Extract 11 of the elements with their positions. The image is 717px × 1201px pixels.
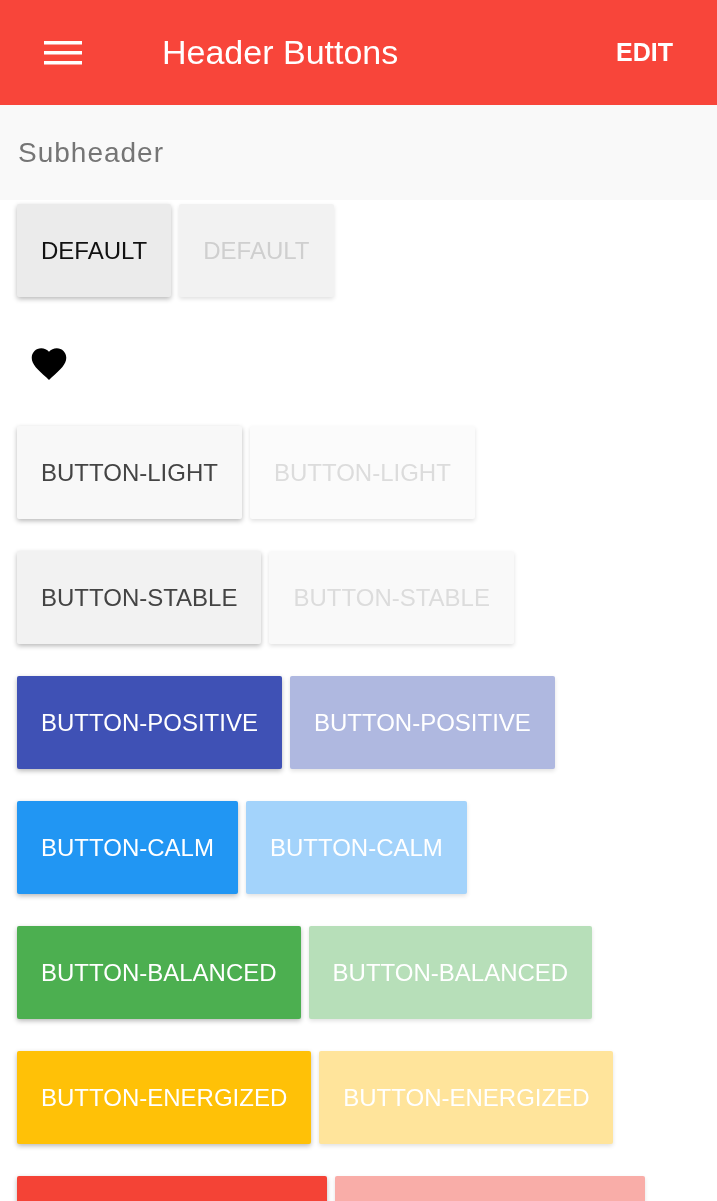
- button[interactable]: DEFAULT: [17, 204, 172, 297]
- button[interactable]: BUTTON-BALANCED: [17, 926, 301, 1019]
- edit-button[interactable]: EDIT: [616, 38, 673, 67]
- button[interactable]: BUTTON-CALM: [17, 801, 238, 894]
- menu-icon[interactable]: [44, 39, 82, 66]
- button[interactable]: BUTTON-STABLE: [17, 551, 262, 644]
- button[interactable]: BUTTON-POSITIVE: [17, 676, 282, 769]
- header-title: Header Buttons: [162, 33, 400, 72]
- button[interactable]: BUTTON-ENERGIZED: [17, 1051, 312, 1144]
- button[interactable]: BUTTON-LIGHT: [17, 426, 242, 519]
- subheader-text: Subheader: [18, 136, 164, 169]
